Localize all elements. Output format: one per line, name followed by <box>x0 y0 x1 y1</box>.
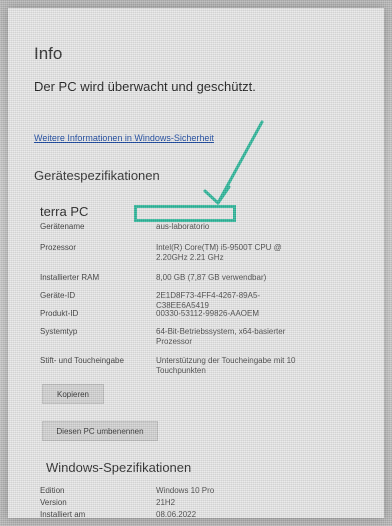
spec-value-ram: 8,00 GB (7,87 GB verwendbar) <box>156 273 267 282</box>
device-name-heading: terra PC <box>40 204 89 219</box>
windows-security-link[interactable]: Weitere Informationen in Windows-Sicherh… <box>34 133 214 143</box>
device-specs-heading: Gerätespezifikationen <box>34 168 160 183</box>
windows-specs-heading: Windows-Spezifikationen <box>46 460 192 475</box>
spec-label-ram: Installierter RAM <box>40 273 100 282</box>
win-label-installed: Installiert am <box>40 510 86 519</box>
spec-value-processor: Intel(R) Core(TM) i5-9500T CPU @ 2.20GHz… <box>156 243 282 262</box>
spec-value-pen-touch: Unterstützung der Toucheingabe mit 10 To… <box>156 356 296 375</box>
spec-value-product-id: 00330-53112-99826-AAOEM <box>156 309 260 318</box>
device-name-highlight-box <box>134 205 236 222</box>
photo-of-monitor: Info Der PC wird überwacht und geschützt… <box>0 0 392 526</box>
win-value-edition: Windows 10 Pro <box>156 486 215 495</box>
spec-value-device-id: 2E1D8F73-4FF4-4267-89A5-C38EE6A5419 <box>156 291 261 310</box>
spec-label-pen-touch: Stift- und Toucheingabe <box>40 356 124 365</box>
win-value-version: 21H2 <box>156 498 176 507</box>
spec-label-system-type: Systemtyp <box>40 327 78 336</box>
settings-screen: Info Der PC wird überwacht und geschützt… <box>8 8 384 519</box>
copy-button[interactable]: Kopieren <box>42 384 104 404</box>
page-title: Info <box>34 44 63 63</box>
spec-value-system-type: 64-Bit-Betriebssystem, x64-basierter Pro… <box>156 327 286 346</box>
protection-status-text: Der PC wird überwacht und geschützt. <box>34 79 256 94</box>
spec-label-device-name: Gerätename <box>40 222 85 231</box>
win-value-installed: 08.06.2022 <box>156 510 197 519</box>
win-label-version: Version <box>40 498 67 507</box>
rename-pc-button[interactable]: Diesen PC umbenennen <box>42 421 158 441</box>
spec-label-product-id: Produkt-ID <box>40 309 79 318</box>
win-label-edition: Edition <box>40 486 65 495</box>
spec-value-device-name: aus-laboratorio <box>156 222 210 231</box>
spec-label-device-id: Geräte-ID <box>40 291 76 300</box>
spec-label-processor: Prozessor <box>40 243 77 252</box>
